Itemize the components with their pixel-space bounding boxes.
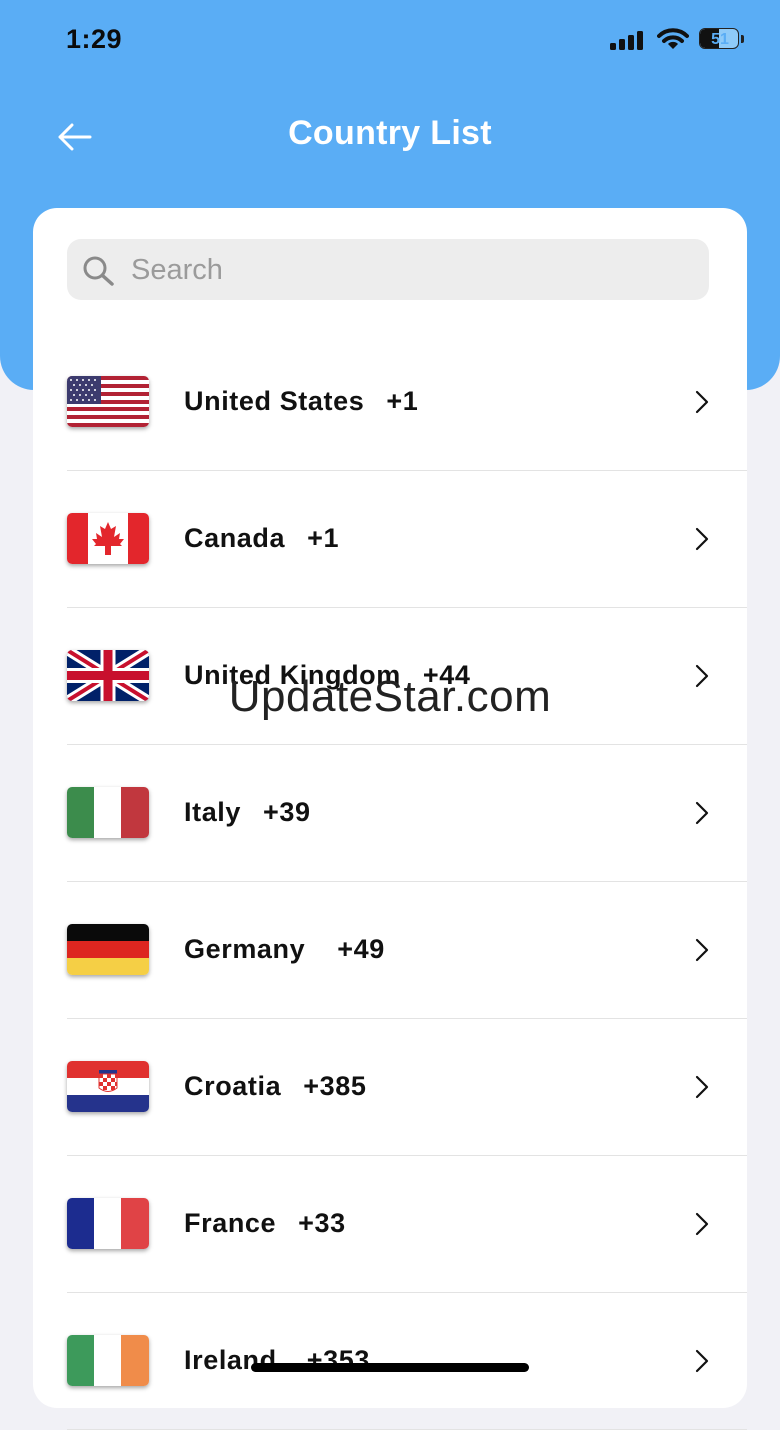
chevron-right-icon (695, 1075, 709, 1099)
status-time: 1:29 (66, 24, 123, 54)
battery-level: 51 (711, 31, 729, 48)
canada-flag-icon (67, 513, 149, 564)
country-label: Germany +49 (184, 934, 385, 965)
home-indicator[interactable] (251, 1363, 529, 1372)
chevron-right-icon (695, 1349, 709, 1373)
chevron-right-icon (695, 1212, 709, 1236)
country-label: France +33 (184, 1208, 346, 1239)
country-name: Croatia (184, 1071, 282, 1101)
battery-icon: 51 (699, 28, 747, 51)
country-row-croatia[interactable]: Croatia +385 (67, 1019, 747, 1156)
country-row-ireland[interactable]: Ireland +353 (67, 1293, 747, 1430)
battery-body: 51 (699, 28, 739, 49)
chevron-right-icon (695, 390, 709, 414)
country-code: +1 (307, 523, 340, 553)
country-name: Germany (184, 934, 306, 964)
country-label: Italy +39 (184, 797, 311, 828)
country-name: Italy (184, 797, 242, 827)
country-row-united-states[interactable]: United States +1 (67, 334, 747, 471)
country-code: +33 (298, 1208, 346, 1238)
status-bar: 1:29 51 (0, 0, 780, 80)
signal-icon (610, 31, 643, 50)
country-row-france[interactable]: France +33 (67, 1156, 747, 1293)
country-code: +385 (303, 1071, 367, 1101)
country-name: Canada (184, 523, 286, 553)
country-label: Canada +1 (184, 523, 339, 554)
chevron-right-icon (695, 801, 709, 825)
page-title: Country List (288, 114, 492, 152)
country-label: Croatia +385 (184, 1071, 366, 1102)
country-name: France (184, 1208, 277, 1238)
france-flag-icon (67, 1198, 149, 1249)
country-list-card: United States +1 Canada +1 (33, 208, 747, 1430)
ireland-flag-icon (67, 1335, 149, 1386)
italy-flag-icon (67, 787, 149, 838)
chevron-right-icon (695, 527, 709, 551)
battery-cap (741, 35, 744, 43)
chevron-right-icon (695, 938, 709, 962)
search-icon (83, 256, 114, 286)
us-flag-icon (67, 376, 149, 427)
croatia-flag-icon (67, 1061, 149, 1112)
country-name: United States (184, 386, 365, 416)
country-list: United States +1 Canada +1 United Kingdo… (33, 334, 747, 1430)
country-row-germany[interactable]: Germany +49 (67, 882, 747, 1019)
country-row-italy[interactable]: Italy +39 (67, 745, 747, 882)
country-row-canada[interactable]: Canada +1 (67, 471, 747, 608)
wifi-icon (657, 28, 689, 49)
germany-flag-icon (67, 924, 149, 975)
watermark-text: UpdateStar.com (228, 672, 552, 721)
country-code: +49 (337, 934, 385, 964)
search-bar[interactable] (67, 239, 709, 302)
search-input[interactable] (129, 239, 693, 302)
country-code: +39 (263, 797, 311, 827)
country-code: +1 (386, 386, 419, 416)
country-label: United States +1 (184, 386, 418, 417)
